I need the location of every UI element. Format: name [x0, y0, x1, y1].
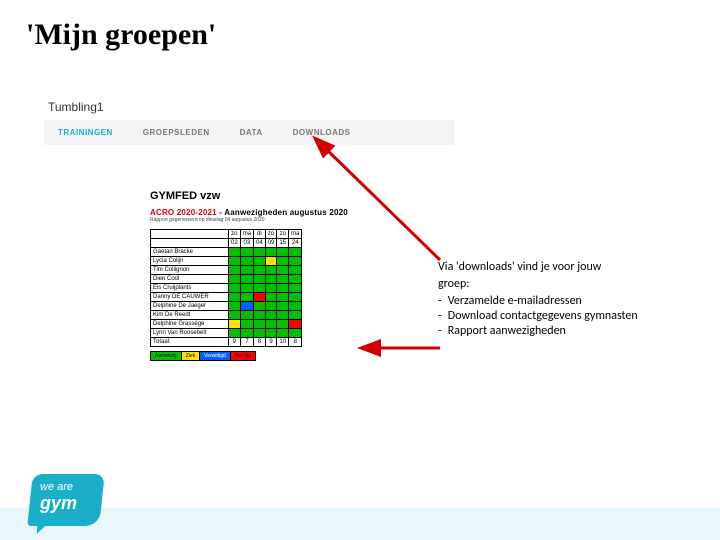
table-row: Gaetan Bracke: [151, 248, 302, 257]
doc-subheading: Rapport gegenereerd op dinsdag 04 august…: [150, 217, 370, 223]
tab-data[interactable]: DATA: [240, 128, 263, 137]
table-row: Dien Cool: [151, 275, 302, 284]
table-row: Tim Collignon: [151, 266, 302, 275]
callout-text: Via 'downloads' vind je voor jouw groep:…: [438, 260, 698, 339]
legend: Aanwezig Ziek Verwittigd Nw. tijg: [150, 351, 256, 361]
slide: 'Mijn groepen' Tumbling1 TRAININGEN GROE…: [0, 0, 720, 540]
doc-org: GYMFED vzw: [150, 190, 370, 202]
table-row: Delphine Grassége: [151, 320, 302, 329]
table-row: Kim De Reedt: [151, 311, 302, 320]
tabs: TRAININGEN GROEPSLEDEN DATA DOWNLOADS: [44, 120, 454, 145]
table-row: Lycia Colijn: [151, 257, 302, 266]
attendance-table: zo ma di zo zo ma 02 03 04 09 15 24 Gaet…: [150, 229, 302, 347]
group-panel: Tumbling1 TRAININGEN GROEPSLEDEN DATA DO…: [44, 94, 454, 145]
table-row: Danny DE CAUWER: [151, 293, 302, 302]
table-row: Lynn Van Roosebelt: [151, 329, 302, 338]
tab-groepsleden[interactable]: GROEPSLEDEN: [143, 128, 210, 137]
logo: we are gym: [30, 474, 102, 526]
table-row: 02 03 04 09 15 24: [151, 239, 302, 248]
table-row: Totaal: 9 7 8 9 10 8: [151, 338, 302, 347]
doc-heading: ACRO 2020-2021 - Aanwezigheden augustus …: [150, 208, 370, 217]
footer-bar: [0, 508, 720, 540]
table-row: Delphine De Jaeger: [151, 302, 302, 311]
table-row: Els Cruijplants: [151, 284, 302, 293]
table-row: zo ma di zo zo ma: [151, 230, 302, 239]
tab-downloads[interactable]: DOWNLOADS: [293, 128, 351, 137]
page-title: 'Mijn groepen': [26, 18, 216, 52]
tab-trainingen[interactable]: TRAININGEN: [58, 128, 113, 137]
group-name: Tumbling1: [44, 94, 454, 120]
attendance-document: GYMFED vzw ACRO 2020-2021 - Aanwezighede…: [150, 190, 370, 361]
